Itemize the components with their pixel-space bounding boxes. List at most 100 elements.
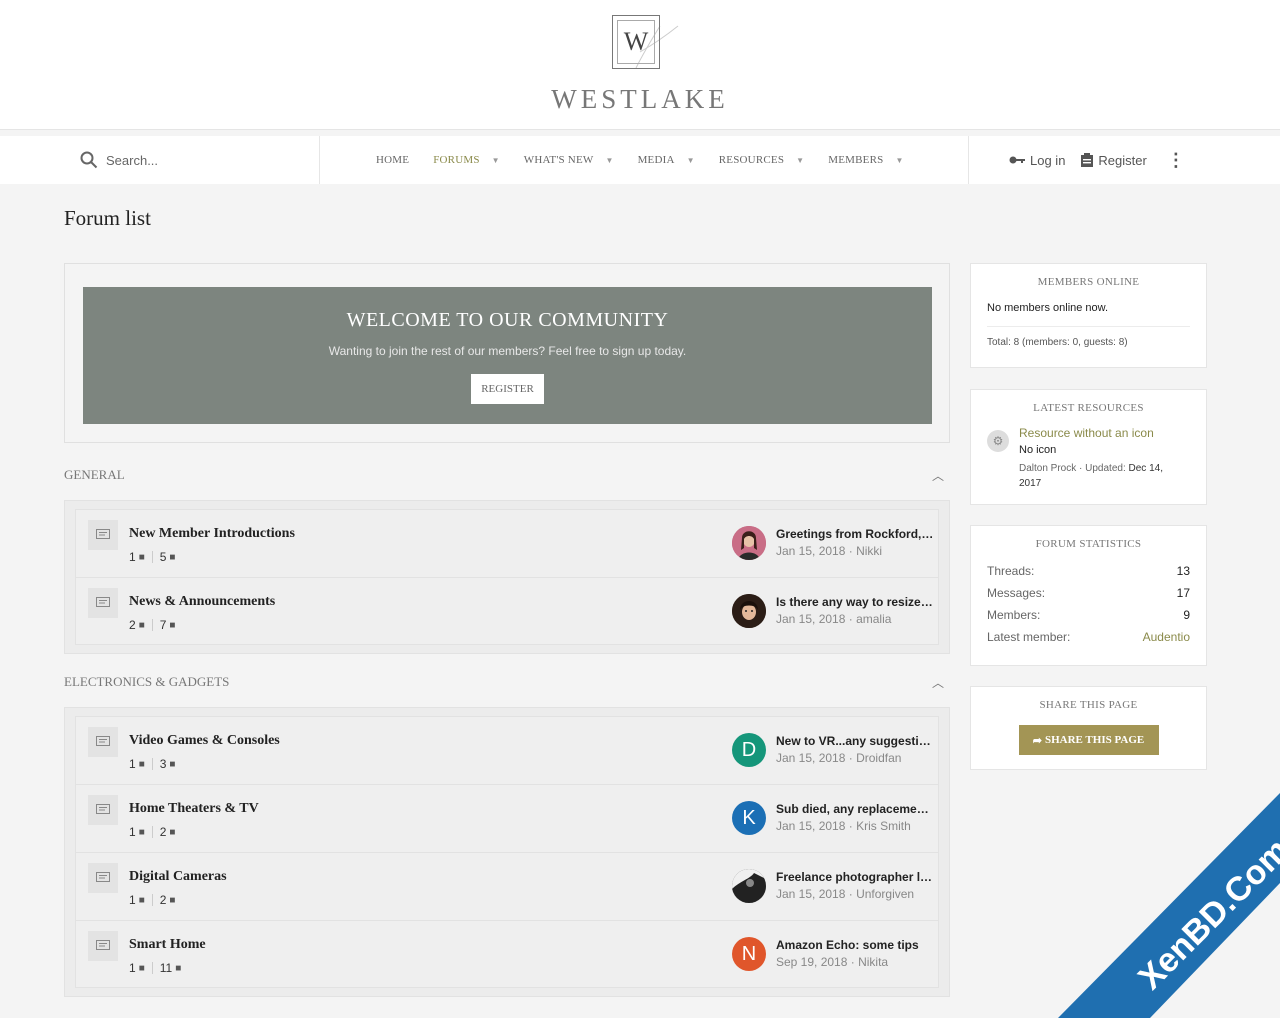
last-post-title[interactable]: Sub died, any replacement... xyxy=(776,802,934,816)
last-post-title[interactable]: Greetings from Rockford, IL xyxy=(776,527,934,541)
share-page-button[interactable]: ➦ SHARE THIS PAGE xyxy=(1018,725,1159,755)
forum-title[interactable]: Home Theaters & TV xyxy=(129,801,259,817)
avatar[interactable]: N xyxy=(732,937,766,971)
avatar[interactable] xyxy=(732,526,766,560)
forum-stats: 2 ■ 7 ■ xyxy=(129,618,175,632)
last-post-date[interactable]: Sep 19, 2018 xyxy=(776,955,847,969)
avatar[interactable] xyxy=(732,594,766,628)
caret-down-icon[interactable]: ▼ xyxy=(492,156,500,165)
last-post-date[interactable]: Jan 15, 2018 xyxy=(776,612,845,626)
welcome-title: WELCOME TO OUR COMMUNITY xyxy=(346,309,669,331)
stat-row: Latest member: Audentio xyxy=(987,630,1190,652)
category-header-electronics[interactable]: ELECTRONICS & GADGETS ︿ xyxy=(64,670,950,694)
members-online-block: MEMBERS ONLINE No members online now. To… xyxy=(970,263,1207,368)
welcome-text: Wanting to join the rest of our members?… xyxy=(328,344,687,358)
forum-title[interactable]: Smart Home xyxy=(129,937,206,953)
members-online-text: No members online now. xyxy=(987,302,1190,327)
forum-node[interactable]: New Member Introductions 1 ■ 5 ■ Greetings … xyxy=(75,509,939,577)
forum-title[interactable]: Digital Cameras xyxy=(129,869,227,885)
latest-member-link[interactable]: Audentio xyxy=(1143,630,1190,652)
nav-item-home[interactable]: HOME xyxy=(376,154,409,166)
caret-down-icon[interactable]: ▼ xyxy=(605,156,613,165)
forum-node[interactable]: Home Theaters & TV 1 ■ 2 ■ K Sub died, any … xyxy=(75,784,939,852)
avatar[interactable]: D xyxy=(732,733,766,767)
nav-item-forums[interactable]: FORUMS ▼ xyxy=(433,154,500,166)
caret-down-icon[interactable]: ▼ xyxy=(687,156,695,165)
nav-item-resources[interactable]: RESOURCES ▼ xyxy=(719,154,805,166)
thread-count: 1 xyxy=(129,961,136,975)
nav-item-whats-new[interactable]: WHAT'S NEW ▼ xyxy=(524,154,614,166)
collapse-chevron-icon[interactable]: ︿ xyxy=(932,674,944,691)
caret-down-icon[interactable]: ▼ xyxy=(895,156,903,165)
thread-count: 2 xyxy=(129,618,136,632)
welcome-notice: WELCOME TO OUR COMMUNITY Wanting to join… xyxy=(64,263,950,443)
caret-down-icon[interactable]: ▼ xyxy=(796,156,804,165)
forum-chat-icon xyxy=(88,727,118,757)
last-post-meta: Jan 15, 2018 · Droidfan xyxy=(776,751,902,765)
category-header-general[interactable]: GENERAL ︿ xyxy=(64,463,950,487)
forum-node[interactable]: Video Games & Consoles 1 ■ 3 ■ D New to VR.… xyxy=(75,716,939,784)
last-post-user[interactable]: Droidfan xyxy=(856,751,901,765)
last-post-meta: Jan 15, 2018 · Nikki xyxy=(776,544,883,558)
last-post-title[interactable]: Is there any way to resize i... xyxy=(776,595,934,609)
last-post-user[interactable]: Nikki xyxy=(856,544,882,558)
stat-row: Members: 9 xyxy=(987,608,1190,630)
forum-title[interactable]: New Member Introductions xyxy=(129,526,295,542)
resource-title[interactable]: Resource without an icon xyxy=(1019,426,1154,440)
last-post-user[interactable]: Nikita xyxy=(858,955,888,969)
resource-author[interactable]: Dalton Prock xyxy=(1019,463,1076,474)
nav-item-media[interactable]: MEDIA ▼ xyxy=(638,154,695,166)
forum-node[interactable]: Digital Cameras 1 ■ 2 ■ Freelance photograp… xyxy=(75,852,939,920)
gear-icon[interactable]: ⚙ xyxy=(987,430,1009,452)
more-options-icon[interactable]: ⋮ xyxy=(1167,150,1185,171)
block-title[interactable]: MEMBERS ONLINE xyxy=(971,276,1206,288)
last-post-title[interactable]: New to VR...any suggestion... xyxy=(776,734,934,748)
divider xyxy=(151,619,153,631)
share-icon: ➦ xyxy=(1032,734,1042,747)
last-post-date[interactable]: Jan 15, 2018 xyxy=(776,544,845,558)
last-post-meta: Jan 15, 2018 · Unforgiven xyxy=(776,887,915,901)
block-title[interactable]: LATEST RESOURCES xyxy=(971,402,1206,414)
nav-item-label: MEMBERS xyxy=(828,154,884,166)
resource-updated-label: Updated: xyxy=(1085,463,1126,474)
forum-stats: 1 ■ 5 ■ xyxy=(129,550,175,564)
stat-value: 9 xyxy=(1183,608,1190,622)
last-post-date[interactable]: Jan 15, 2018 xyxy=(776,819,845,833)
last-post-user[interactable]: Unforgiven xyxy=(856,887,914,901)
stats-list: Threads: 13 Messages: 17 Members: 9 Latest … xyxy=(987,564,1190,652)
message-count: 3 xyxy=(159,757,167,771)
watermark-text: XenBD.Com xyxy=(1130,831,1280,998)
last-post-user[interactable]: amalia xyxy=(856,612,891,626)
divider xyxy=(151,758,153,770)
avatar[interactable]: K xyxy=(732,801,766,835)
category-title[interactable]: ELECTRONICS & GADGETS xyxy=(64,674,229,690)
divider xyxy=(151,826,153,838)
login-link[interactable]: Log in xyxy=(1009,153,1065,168)
avatar[interactable] xyxy=(732,869,766,903)
search-box[interactable]: Search... xyxy=(80,136,320,184)
divider xyxy=(151,551,153,563)
main-nav: Search... HOME FORUMS ▼ WHAT'S NEW ▼ MEDIA… xyxy=(0,136,1280,184)
stat-label: Messages: xyxy=(987,586,1046,600)
forum-title[interactable]: News & Announcements xyxy=(129,594,275,610)
last-post-title[interactable]: Amazon Echo: some tips xyxy=(776,938,934,952)
category-title[interactable]: GENERAL xyxy=(64,467,125,483)
forum-title[interactable]: Video Games & Consoles xyxy=(129,733,280,749)
site-name[interactable]: WESTLAKE xyxy=(0,84,1280,115)
forum-node[interactable]: Smart Home 1 ■ 11 ■ N Amazon Echo: some tip… xyxy=(75,920,939,988)
collapse-chevron-icon[interactable]: ︿ xyxy=(932,467,944,484)
welcome-register-button[interactable]: REGISTER xyxy=(471,374,544,404)
nav-item-members[interactable]: MEMBERS ▼ xyxy=(828,154,903,166)
logo[interactable]: W xyxy=(612,15,660,69)
block-title: SHARE THIS PAGE xyxy=(1039,699,1138,711)
search-input[interactable]: Search... xyxy=(106,153,158,168)
last-post-title[interactable]: Freelance photographer lo... xyxy=(776,870,934,884)
last-post-date[interactable]: Jan 15, 2018 xyxy=(776,751,845,765)
register-link[interactable]: Register xyxy=(1081,153,1147,168)
stat-row: Threads: 13 xyxy=(987,564,1190,586)
last-post-user[interactable]: Kris Smith xyxy=(856,819,911,833)
forum-node[interactable]: News & Announcements 2 ■ 7 ■ Is there any w… xyxy=(75,577,939,645)
nav-links: HOME FORUMS ▼ WHAT'S NEW ▼ MEDIA ▼ RESOURCE… xyxy=(376,136,928,184)
last-post-date[interactable]: Jan 15, 2018 xyxy=(776,887,845,901)
page-title: Forum list xyxy=(64,206,151,230)
